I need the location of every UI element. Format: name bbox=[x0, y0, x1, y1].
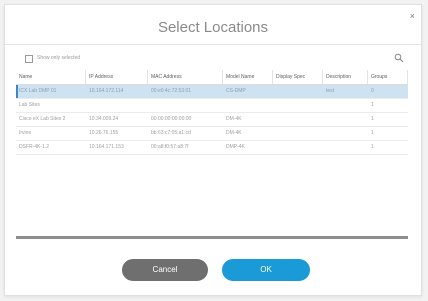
cell-display-spec bbox=[273, 85, 323, 98]
search-icon[interactable] bbox=[394, 53, 404, 63]
show-only-selected-checkbox[interactable] bbox=[25, 55, 33, 63]
table-row[interactable]: Cisco eX Lab Sites 2 10.34.009.24 00:00:… bbox=[16, 113, 408, 127]
horizontal-scrollbar[interactable] bbox=[16, 236, 408, 239]
cell-ip-address: 10.164.172.114 bbox=[89, 88, 124, 94]
cell-name: ICX Lab DMP 01 bbox=[19, 88, 57, 94]
cell-groups: 0 bbox=[371, 88, 374, 94]
cell-ip-address bbox=[86, 99, 148, 112]
cell-mac-address: 00:00:00:00:00:00 bbox=[151, 116, 192, 122]
cell-description bbox=[323, 99, 368, 112]
cell-model-name bbox=[223, 99, 273, 112]
ok-button[interactable]: OK bbox=[222, 259, 310, 281]
cell-model-name: DM-4K bbox=[226, 116, 242, 122]
cell-groups: 1 bbox=[371, 144, 374, 150]
cell-mac-address: bb:63:c7:05:a1:cd bbox=[151, 130, 191, 136]
cell-name: DSFR-4K-1.2 bbox=[19, 144, 50, 150]
cell-name: Cisco eX Lab Sites 2 bbox=[19, 116, 66, 122]
cell-name: Irvine bbox=[19, 130, 32, 136]
cell-display-spec bbox=[273, 99, 323, 112]
column-header-groups[interactable]: Groups bbox=[368, 70, 408, 84]
cell-model-name: DM-4K bbox=[226, 130, 242, 136]
cell-model-name: DMP-4K bbox=[226, 144, 245, 150]
cell-ip-address: 10.26.76.155 bbox=[89, 130, 119, 136]
column-header-name[interactable]: Name bbox=[16, 70, 86, 84]
cell-description bbox=[323, 127, 368, 140]
cell-display-spec bbox=[273, 127, 323, 140]
cell-mac-address: 00:e0:4c:72:53:01 bbox=[151, 88, 192, 94]
locations-table: Name IP Address MAC Address Model Name D… bbox=[16, 70, 408, 155]
table-row[interactable]: Lab Sites 1 bbox=[16, 99, 408, 113]
cell-name: Lab Sites bbox=[19, 102, 40, 108]
table-header: Name IP Address MAC Address Model Name D… bbox=[16, 70, 408, 85]
column-header-mac-address[interactable]: MAC Address bbox=[148, 70, 223, 84]
cell-mac-address bbox=[148, 99, 223, 112]
locations-panel: Show only selected Name IP Address MAC A… bbox=[16, 50, 408, 240]
cell-display-spec bbox=[273, 113, 323, 126]
cell-description bbox=[323, 141, 368, 154]
table-row[interactable]: ICX Lab DMP 01 10.164.172.114 00:e0:4c:7… bbox=[16, 85, 408, 99]
cell-model-name: CS-DMP bbox=[226, 88, 246, 94]
column-header-model-name[interactable]: Model Name bbox=[223, 70, 273, 84]
cell-groups: 1 bbox=[371, 130, 374, 136]
table-toolbar: Show only selected bbox=[16, 50, 408, 68]
show-only-selected-label: Show only selected bbox=[37, 55, 81, 61]
column-header-description[interactable]: Description bbox=[323, 70, 368, 84]
cell-ip-address: 10.164.171.153 bbox=[89, 144, 124, 150]
dialog-title: Select Locations bbox=[157, 19, 269, 36]
cell-ip-address: 10.34.009.24 bbox=[89, 116, 119, 122]
cell-groups: 1 bbox=[371, 116, 374, 122]
cell-mac-address: 00:a8:f0:57:a8:7f bbox=[151, 144, 189, 150]
title-divider bbox=[5, 44, 421, 45]
table-row[interactable]: DSFR-4K-1.2 10.164.171.153 00:a8:f0:57:a… bbox=[16, 141, 408, 155]
cancel-button[interactable]: Cancel bbox=[122, 259, 208, 281]
cell-description: test bbox=[326, 88, 335, 94]
cell-groups: 1 bbox=[371, 102, 374, 108]
table-row[interactable]: Irvine 10.26.76.155 bb:63:c7:05:a1:cd DM… bbox=[16, 127, 408, 141]
cell-display-spec bbox=[273, 141, 323, 154]
column-header-display-spec[interactable]: Display Spec bbox=[273, 70, 323, 84]
cell-description bbox=[323, 113, 368, 126]
scrollbar-thumb[interactable] bbox=[16, 236, 408, 239]
column-header-ip-address[interactable]: IP Address bbox=[86, 70, 148, 84]
